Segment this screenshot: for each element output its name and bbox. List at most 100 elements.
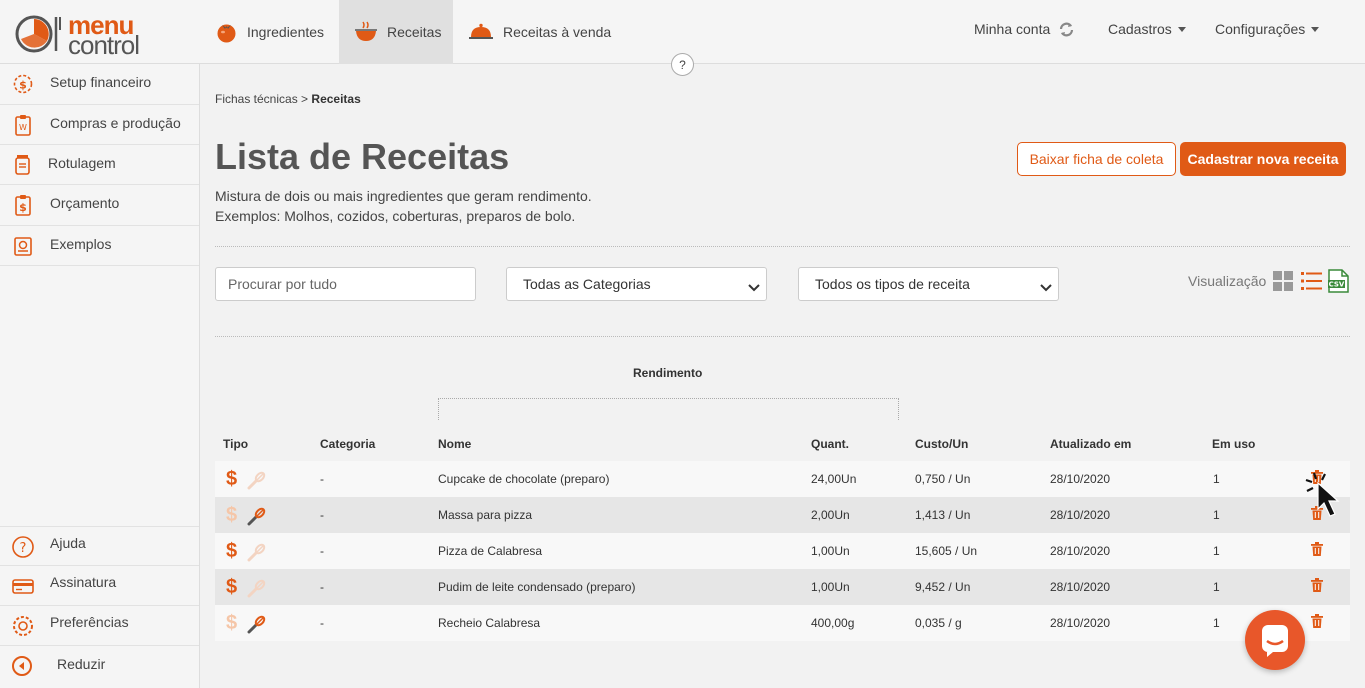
divider — [215, 246, 1350, 247]
table-row[interactable]: $ - Recheio Calabresa 400,00g 0,035 / g 28/10… — [215, 605, 1350, 641]
configuracoes-menu[interactable]: Configurações — [1215, 0, 1320, 58]
help-button[interactable]: ? — [671, 53, 694, 76]
chat-widget-button[interactable] — [1245, 610, 1305, 670]
sale-dollar-icon[interactable]: $ — [226, 540, 237, 563]
cell-categoria: - — [320, 616, 324, 630]
table-row[interactable]: $ - Cupcake de chocolate (preparo) 24,00Un 0… — [215, 461, 1350, 497]
sale-dollar-icon[interactable]: $ — [226, 576, 237, 599]
sale-dollar-icon[interactable]: $ — [226, 612, 237, 635]
collapse-icon — [11, 655, 35, 679]
cell-atualizado: 28/10/2020 — [1050, 472, 1111, 486]
sale-dollar-icon[interactable]: $ — [226, 468, 237, 491]
menucontrol-logo[interactable]: menu control — [14, 12, 154, 58]
cell-nome[interactable]: Recheio Calabresa — [438, 616, 540, 630]
svg-text:$: $ — [19, 79, 27, 92]
svg-text:W: W — [19, 123, 27, 132]
csv-export-icon[interactable]: CSV — [1327, 269, 1349, 298]
recipe-type-select[interactable]: Todos os tipos de receita — [798, 267, 1059, 301]
tab-receitas-a-venda[interactable]: Receitas à venda — [468, 0, 618, 64]
sidebar-item-label: Rotulagem — [48, 155, 116, 171]
breadcrumb-current: Receitas — [311, 92, 361, 106]
sidebar-item-ajuda[interactable]: ? Ajuda — [0, 526, 199, 566]
chevron-down-icon — [748, 280, 760, 296]
column-header-atualizado[interactable]: Atualizado em — [1050, 437, 1131, 451]
category-select[interactable]: Todas as Categorias — [506, 267, 767, 301]
sidebar-item-label: Exemplos — [50, 236, 112, 252]
mouse-cursor-icon — [1305, 471, 1355, 528]
divider — [215, 336, 1350, 337]
sidebar-item-label: Reduzir — [57, 656, 106, 672]
gear-dollar-icon: $ — [11, 72, 35, 96]
sidebar-item-exemplos[interactable]: Exemplos — [0, 226, 199, 266]
grid-view-icon[interactable] — [1273, 271, 1293, 296]
sidebar-item-label: Ajuda — [50, 535, 86, 551]
breadcrumb-separator: > — [301, 92, 309, 106]
sidebar-item-compras[interactable]: W Compras e produção — [0, 105, 199, 145]
whisk-icon[interactable] — [246, 469, 268, 494]
page-title: Lista de Receitas — [215, 136, 510, 177]
cell-nome[interactable]: Cupcake de chocolate (preparo) — [438, 472, 609, 486]
account-menu[interactable]: Minha conta — [974, 0, 1074, 58]
whisk-icon[interactable] — [246, 505, 268, 530]
cell-em-uso: 1 — [1213, 472, 1220, 486]
sidebar-item-label: Assinatura — [50, 574, 117, 590]
sidebar-item-preferencias[interactable]: Preferências — [0, 606, 199, 646]
rendimento-group-header: Rendimento — [633, 366, 703, 380]
book-icon — [11, 234, 35, 258]
tab-receitas[interactable]: Receitas — [339, 0, 453, 64]
cell-atualizado: 28/10/2020 — [1050, 580, 1111, 594]
sidebar-collapse-button[interactable]: Reduzir — [0, 646, 199, 688]
tab-receitas-label: Receitas — [387, 24, 442, 40]
account-label: Minha conta — [974, 21, 1051, 37]
sidebar-item-setup-financeiro[interactable]: $ Setup financeiro — [0, 64, 199, 105]
cell-categoria: - — [320, 472, 324, 486]
cell-custo: 1,413 / Un — [915, 508, 971, 522]
download-collection-sheet-button[interactable]: Baixar ficha de coleta — [1017, 142, 1176, 176]
trash-icon[interactable] — [1311, 578, 1323, 595]
tab-receitas-a-venda-label: Receitas à venda — [503, 24, 612, 40]
question-icon: ? — [11, 535, 35, 559]
column-header-nome[interactable]: Nome — [438, 437, 471, 451]
search-input[interactable] — [215, 267, 476, 301]
cell-quant: 1,00Un — [811, 580, 850, 594]
description-line-2: Exemplos: Molhos, cozidos, coberturas, p… — [215, 208, 576, 224]
cell-nome[interactable]: Pudim de leite condensado (preparo) — [438, 580, 635, 594]
column-header-em-uso[interactable]: Em uso — [1212, 437, 1255, 451]
table-row[interactable]: $ - Pizza de Calabresa 1,00Un 15,605 / Un 28/… — [215, 533, 1350, 569]
cell-nome[interactable]: Massa para pizza — [438, 508, 532, 522]
column-header-custo[interactable]: Custo/Un — [915, 437, 968, 451]
cell-em-uso: 1 — [1213, 616, 1220, 630]
whisk-icon[interactable] — [246, 541, 268, 566]
category-select-value: Todas as Categorias — [523, 276, 651, 292]
cadastros-menu[interactable]: Cadastros — [1108, 0, 1186, 58]
cell-atualizado: 28/10/2020 — [1050, 544, 1111, 558]
sidebar-item-assinatura[interactable]: Assinatura — [0, 566, 199, 606]
chevron-down-icon — [1177, 26, 1186, 32]
table-row[interactable]: $ - Massa para pizza 2,00Un 1,413 / Un 28/10/… — [215, 497, 1350, 533]
sidebar-item-rotulagem[interactable]: Rotulagem — [0, 145, 199, 185]
add-recipe-button[interactable]: Cadastrar nova receita — [1180, 142, 1346, 176]
whisk-icon[interactable] — [246, 577, 268, 602]
cadastros-label: Cadastros — [1108, 21, 1172, 37]
sidebar-item-orcamento[interactable]: $ Orçamento — [0, 185, 199, 226]
tab-ingredientes[interactable]: Ingredientes — [215, 0, 339, 64]
cell-nome[interactable]: Pizza de Calabresa — [438, 544, 542, 558]
breadcrumb: Fichas técnicas > Receitas — [215, 92, 361, 106]
breadcrumb-parent[interactable]: Fichas técnicas — [215, 92, 298, 106]
sale-dollar-icon[interactable]: $ — [226, 504, 237, 527]
configuracoes-label: Configurações — [1215, 21, 1306, 37]
svg-text:CSV: CSV — [1329, 281, 1345, 289]
cell-atualizado: 28/10/2020 — [1050, 616, 1111, 630]
cell-quant: 1,00Un — [811, 544, 850, 558]
column-header-quant[interactable]: Quant. — [811, 437, 849, 451]
whisk-icon[interactable] — [246, 613, 268, 638]
trash-icon[interactable] — [1311, 614, 1323, 631]
trash-icon[interactable] — [1311, 542, 1323, 559]
table-row[interactable]: $ - Pudim de leite condensado (preparo) 1,0… — [215, 569, 1350, 605]
jar-label-icon — [11, 153, 35, 177]
cell-em-uso: 1 — [1213, 508, 1220, 522]
cell-em-uso: 1 — [1213, 544, 1220, 558]
cell-categoria: - — [320, 544, 324, 558]
column-header-categoria[interactable]: Categoria — [320, 437, 375, 451]
list-view-icon[interactable] — [1301, 271, 1322, 296]
